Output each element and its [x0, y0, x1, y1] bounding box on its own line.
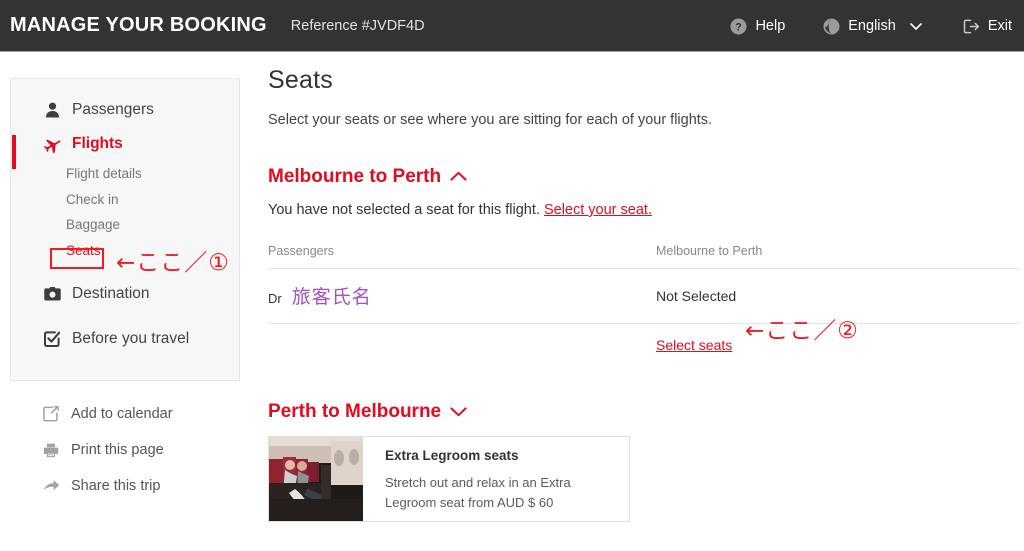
- manage-booking-page: MANAGE YOUR BOOKING Reference #JVDF4D ? …: [0, 0, 1024, 551]
- language-selector[interactable]: English: [823, 18, 925, 35]
- column-header-passengers: Passengers: [268, 244, 335, 258]
- seats-table: Passengers Melbourne to Perth Dr 旅客氏名 Not…: [268, 244, 1020, 367]
- extra-link-label: Share this trip: [71, 478, 161, 494]
- help-circle-icon: ?: [730, 18, 747, 35]
- select-seats-link[interactable]: Select seats: [656, 337, 732, 353]
- main-content: Seats Select your seats or see where you…: [268, 66, 1020, 423]
- sidebar-subitem-check-in[interactable]: Check in: [11, 187, 239, 213]
- svg-text:?: ?: [736, 21, 743, 33]
- checklist-icon: [42, 331, 62, 347]
- cabin-photo: [269, 437, 363, 521]
- column-header-flight: Melbourne to Perth: [656, 244, 763, 258]
- exit-icon: [963, 18, 980, 35]
- page-title: Seats: [268, 66, 333, 94]
- seat-status-cell: Not Selected: [656, 287, 737, 304]
- passenger-title: Dr: [268, 291, 282, 306]
- chevron-up-icon: [450, 166, 467, 188]
- help-button[interactable]: ? Help: [730, 18, 785, 35]
- promo-text-block: Extra Legroom seats Stretch out and rela…: [363, 437, 599, 521]
- sidebar-item-passengers[interactable]: Passengers: [11, 93, 239, 127]
- exit-label: Exit: [987, 18, 1012, 34]
- header-actions: ? Help English Exit: [730, 0, 1012, 52]
- flight-section-header-return[interactable]: Perth to Melbourne: [268, 401, 467, 423]
- promo-description: Stretch out and relax in an Extra Legroo…: [385, 475, 571, 511]
- language-label: English: [848, 18, 896, 34]
- sidebar-item-label: Passengers: [72, 101, 154, 118]
- table-row: Dr 旅客氏名 Not Selected: [268, 268, 1020, 324]
- flight-section-title: Melbourne to Perth: [268, 166, 442, 187]
- sidebar-subitem-flight-details[interactable]: Flight details: [11, 161, 239, 187]
- app-header: MANAGE YOUR BOOKING Reference #JVDF4D ? …: [0, 0, 1024, 52]
- help-label: Help: [755, 18, 786, 34]
- sidebar-item-destination[interactable]: Destination: [11, 277, 239, 311]
- sidebar-item-before-you-travel[interactable]: Before you travel: [11, 322, 239, 356]
- chevron-down-icon: [450, 401, 467, 423]
- sidebar-subitem-label: Flight details: [66, 166, 142, 182]
- sidebar-nav: Passengers Flights Flight details Check …: [10, 78, 240, 381]
- sidebar-subitem-label: Check in: [66, 191, 119, 207]
- select-seats-cell: Select seats: [656, 324, 1020, 368]
- sidebar-subitem-seats[interactable]: Seats: [11, 238, 239, 264]
- flight-section-header-outbound[interactable]: Melbourne to Perth: [268, 166, 467, 188]
- flight-section-title: Perth to Melbourne: [268, 401, 442, 422]
- sidebar-item-flights[interactable]: Flights: [11, 127, 239, 161]
- passenger-name: 旅客氏名: [291, 287, 372, 308]
- calendar-icon: [41, 406, 61, 422]
- sidebar-item-label: Flights: [72, 135, 123, 152]
- sidebar-item-label: Before you travel: [72, 330, 190, 347]
- person-icon: [42, 102, 62, 118]
- booking-reference: Reference #JVDF4D: [290, 17, 425, 34]
- seats-table-head: Passengers Melbourne to Perth: [268, 244, 1020, 269]
- select-your-seat-link[interactable]: Select your seat.: [544, 202, 652, 218]
- printer-icon: [41, 443, 61, 458]
- table-header-row: Passengers Melbourne to Perth: [268, 244, 1020, 269]
- passenger-cell: Dr 旅客氏名: [268, 269, 656, 324]
- extra-link-label: Print this page: [71, 442, 164, 458]
- sidebar-item-label: Destination: [72, 285, 150, 302]
- share-arrow-icon: [41, 479, 61, 493]
- table-row-actions: Select seats: [268, 323, 1020, 368]
- chevron-down-icon: [908, 18, 925, 35]
- add-to-calendar-button[interactable]: Add to calendar: [10, 396, 240, 432]
- camera-icon: [42, 287, 62, 301]
- empty-cell: [268, 324, 656, 368]
- extra-legroom-promo-card[interactable]: Extra Legroom seats Stretch out and rela…: [268, 436, 630, 522]
- no-seat-notice-text: You have not selected a seat for this fl…: [268, 202, 540, 218]
- seats-table-body: Dr 旅客氏名 Not Selected Select seats: [268, 268, 1020, 368]
- share-trip-button[interactable]: Share this trip: [10, 468, 240, 504]
- sidebar-subitem-label: Baggage: [66, 217, 121, 233]
- globe-icon: [823, 18, 840, 35]
- airplane-icon: [42, 136, 62, 153]
- brand-title: MANAGE YOUR BOOKING: [10, 14, 267, 36]
- sidebar-subitem-baggage[interactable]: Baggage: [11, 212, 239, 238]
- exit-button[interactable]: Exit: [963, 18, 1012, 35]
- no-seat-notice: You have not selected a seat for this fl…: [268, 202, 1020, 218]
- sidebar-subitem-label: Seats: [66, 242, 101, 258]
- sidebar-items: Passengers Flights Flight details Check …: [11, 79, 239, 356]
- page-subtitle: Select your seats or see where you are s…: [268, 112, 713, 128]
- promo-title: Extra Legroom seats: [385, 448, 519, 463]
- sidebar-extra-links: Add to calendar Print this page Share th…: [10, 396, 240, 504]
- extra-link-label: Add to calendar: [71, 406, 173, 422]
- print-page-button[interactable]: Print this page: [10, 432, 240, 468]
